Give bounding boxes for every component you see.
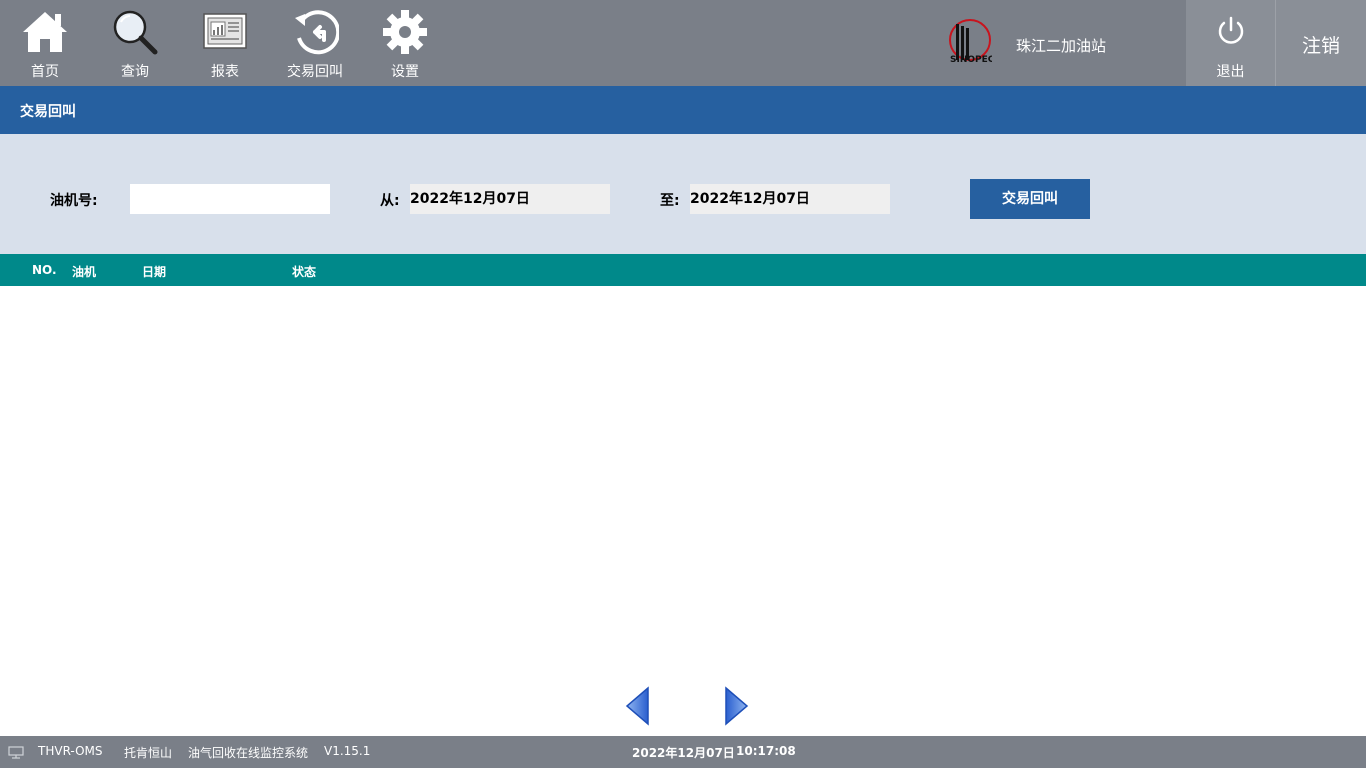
system-name: 油气回收在线监控系统 [188,746,309,760]
logout-label: 注销 [1301,35,1340,57]
next-page-icon[interactable] [724,686,750,726]
status-bar: THVR-OMS 托肯恒山 油气回收在线监控系统 V1.15.1 2022年12… [0,736,1366,768]
to-date-field[interactable]: 2022年12月07日 [690,184,890,214]
nav-home-button[interactable]: 首页 [0,0,90,86]
search-icon [113,10,158,55]
pump-number-label: 油机号: [50,193,98,209]
report-icon [203,13,247,49]
status-time: 10:17:08 [736,744,796,758]
logout-button[interactable]: 注销 [1276,0,1366,86]
gear-icon [383,10,427,54]
home-icon [23,12,67,52]
nav-callback-label: 交易回叫 [287,64,343,80]
nav-query-button[interactable]: 查询 [90,0,180,86]
company-name: 托肯恒山 [124,746,173,760]
nav-report-button[interactable]: 报表 [180,0,270,86]
svg-text:SINOPEC: SINOPEC [950,55,992,65]
callback-icon [295,10,339,55]
exit-button[interactable]: 退出 [1186,0,1275,86]
power-icon [1218,16,1243,44]
nav-settings-button[interactable]: 设置 [360,0,450,86]
page-title: 交易回叫 [20,104,76,120]
pump-number-input[interactable] [130,184,330,214]
from-date-field[interactable]: 2022年12月07日 [410,184,610,214]
table-body [0,286,1366,681]
nav-settings-label: 设置 [391,64,419,80]
filter-panel: 油机号: 从: 2022年12月07日 至: 2022年12月07日 交易回叫 [0,134,1366,254]
nav-report-label: 报表 [211,64,239,80]
nav-query-label: 查询 [121,64,149,80]
transaction-callback-button[interactable]: 交易回叫 [970,179,1090,219]
column-header-date: 日期 [142,265,167,279]
from-date-label: 从: [380,193,400,209]
monitor-icon [8,746,24,759]
exit-label: 退出 [1216,64,1245,80]
column-header-no: NO. [32,263,57,277]
app-code: THVR-OMS [38,744,103,758]
column-header-status: 状态 [292,265,317,279]
station-info: SINOPEC 珠江二加油站 [946,18,1126,68]
version-label: V1.15.1 [324,744,371,758]
sinopec-logo-icon: SINOPEC [949,19,992,65]
to-date-label: 至: [660,193,680,209]
station-name: 珠江二加油站 [1016,37,1107,55]
nav-home-label: 首页 [31,64,59,80]
nav-callback-button[interactable]: 交易回叫 [270,0,360,86]
table-header: NO. 油机 日期 状态 [0,254,1366,286]
previous-page-icon[interactable] [624,686,650,726]
top-navigation-bar: 首页 查询 报表 交易回叫 设置 SINOPEC 珠江二加油站 退出 注销 [0,0,1366,86]
status-date: 2022年12月07日 [632,746,735,760]
column-header-pump: 油机 [72,265,97,279]
page-title-bar: 交易回叫 [0,86,1366,134]
